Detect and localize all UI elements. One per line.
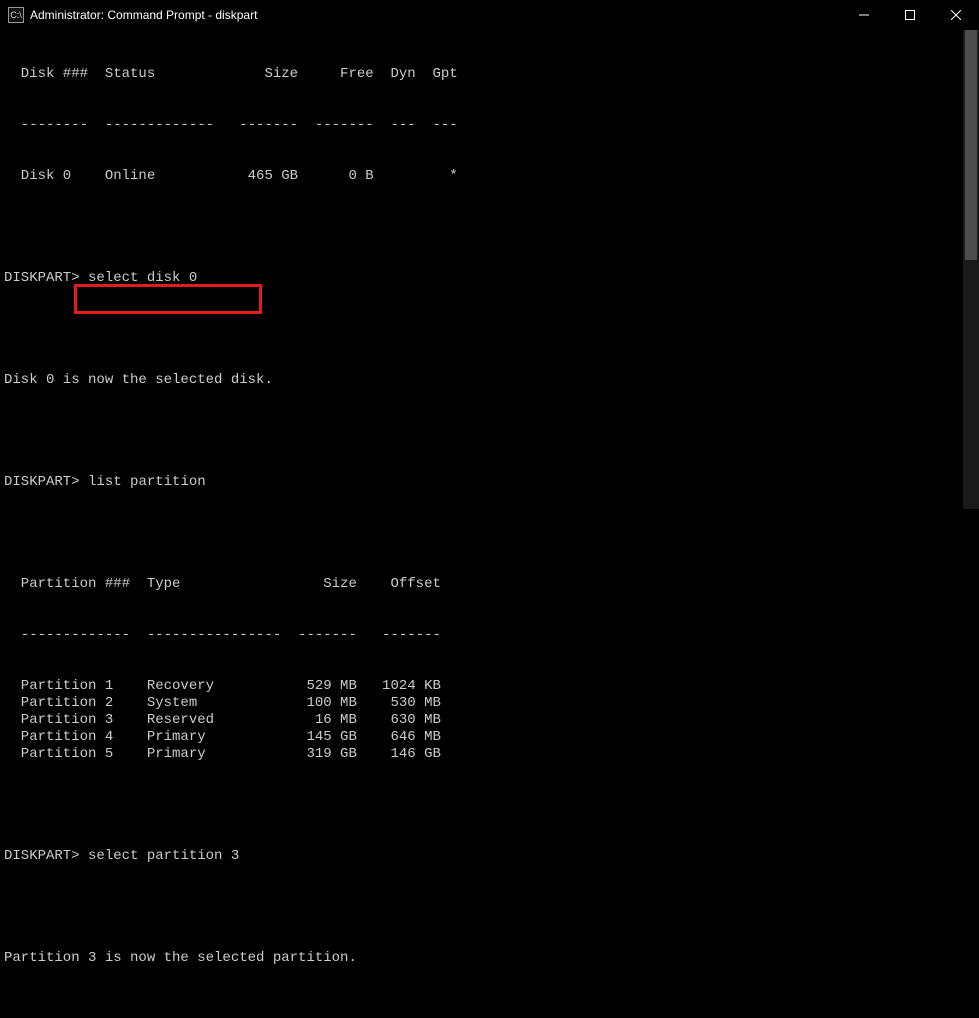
partition-row: Partition 4 Primary 145 GB 646 MB [4,729,973,746]
disk-table-rule: -------- ------------- ------- ------- -… [4,117,973,134]
close-button[interactable] [933,0,979,30]
command-select-disk: select disk 0 [88,270,197,286]
prompt-line-highlighted: DISKPART> select partition 3 [4,848,973,865]
prompt-line: DISKPART> list partition [4,474,973,491]
window-title: Administrator: Command Prompt - diskpart [30,8,257,22]
blank-line [4,1001,973,1018]
cmd-icon: C:\ [8,7,24,23]
partition-row: Partition 5 Primary 319 GB 146 GB [4,746,973,763]
blank-line [4,423,973,440]
window-titlebar: C:\ Administrator: Command Prompt - disk… [0,0,979,30]
response-select-partition: Partition 3 is now the selected partitio… [4,950,973,967]
blank-line [4,797,973,814]
command-list-partition: list partition [88,474,206,490]
vertical-scrollbar[interactable] [963,30,979,509]
minimize-button[interactable] [841,0,887,30]
partition-table-rule: ------------- ---------------- ------- -… [4,627,973,644]
partition-row: Partition 3 Reserved 16 MB 630 MB [4,712,973,729]
blank-line [4,219,973,236]
prompt-line: DISKPART> select disk 0 [4,270,973,287]
disk-table-header: Disk ### Status Size Free Dyn Gpt [4,66,973,83]
command-select-partition: select partition 3 [88,848,239,864]
disk-row: Disk 0 Online 465 GB 0 B * [4,168,973,185]
terminal-output[interactable]: Disk ### Status Size Free Dyn Gpt ------… [0,30,979,1018]
response-select-disk: Disk 0 is now the selected disk. [4,372,973,389]
scrollbar-thumb[interactable] [965,30,977,260]
blank-line [4,899,973,916]
partition-row: Partition 1 Recovery 529 MB 1024 KB [4,678,973,695]
blank-line [4,525,973,542]
maximize-button[interactable] [887,0,933,30]
partition-row: Partition 2 System 100 MB 530 MB [4,695,973,712]
blank-line [4,321,973,338]
partition-table-header: Partition ### Type Size Offset [4,576,973,593]
